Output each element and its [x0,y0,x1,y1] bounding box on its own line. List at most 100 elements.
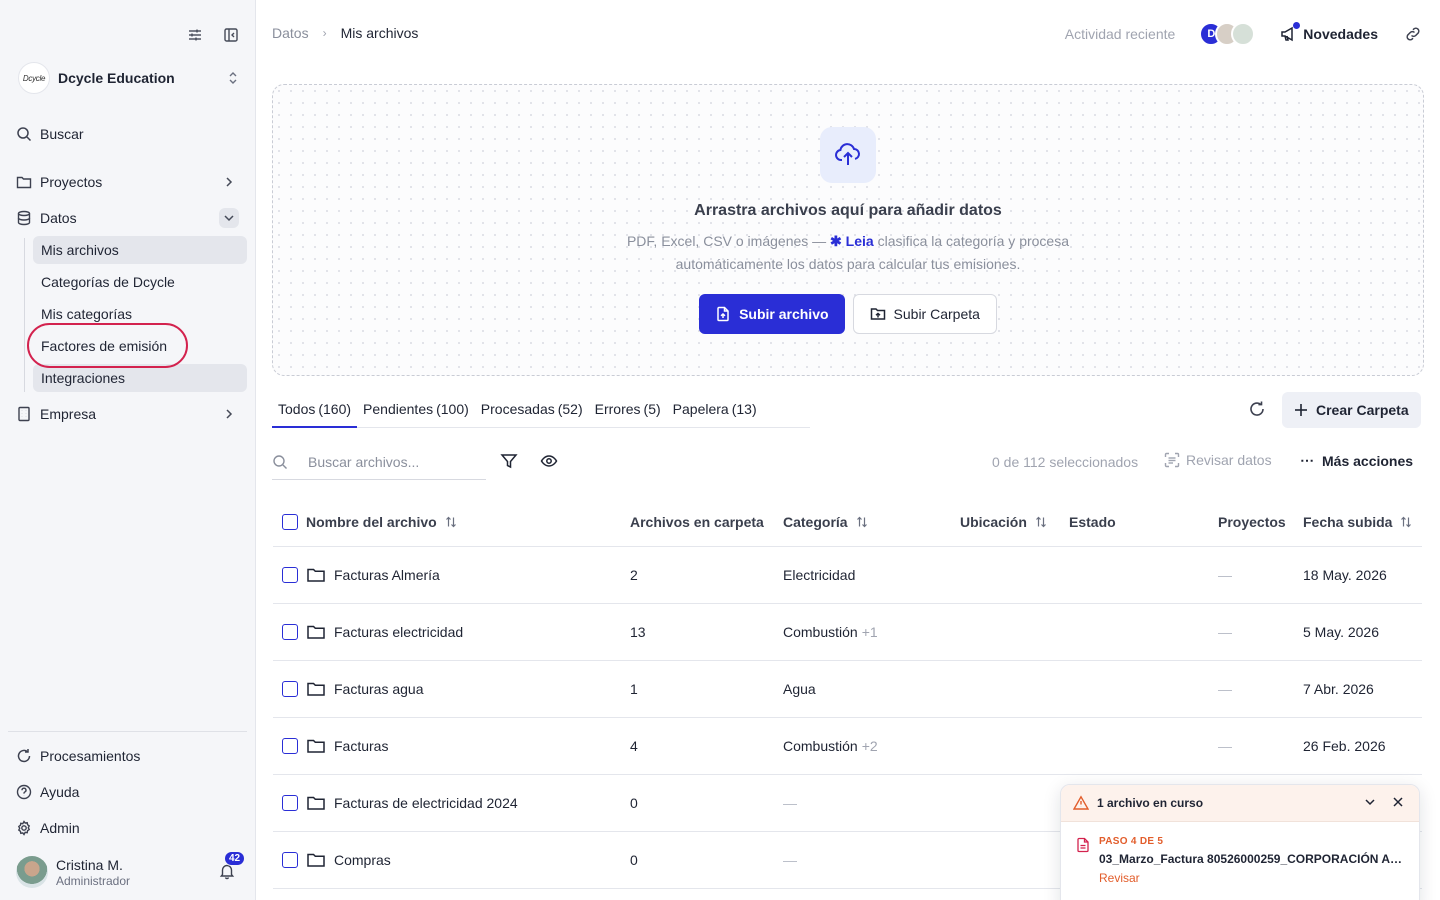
review-data-button[interactable]: Revisar datos [1164,452,1272,468]
upload-progress-panel: 1 archivo en curso PASO 4 DE 5 03_Marzo_… [1060,784,1420,900]
sidebar-subitem-integraciones[interactable]: Integraciones [33,364,247,392]
sidebar-item-procesamientos[interactable]: Procesamientos [16,742,239,770]
table-row[interactable]: Facturas agua 1 Agua — 7 Abr. 2026 [273,661,1422,718]
selected-count: 0 de 112 seleccionados [992,454,1139,470]
file-dropzone[interactable]: Arrastra archivos aquí para añadir datos… [272,84,1424,376]
org-switcher[interactable]: Dcycle Dcycle Education [18,61,239,95]
search-icon [16,126,32,142]
chevron-right-icon[interactable] [219,404,239,424]
sidebar-item-label: Buscar [40,126,84,142]
warning-icon [1073,795,1089,811]
tab-errores[interactable]: Errores (5) [589,395,667,428]
create-folder-button[interactable]: Crear Carpeta [1282,392,1421,428]
files-count: 13 [630,624,646,640]
upload-folder-button[interactable]: Subir Carpeta [852,294,997,334]
file-name: Facturas Almería [334,567,440,583]
sparkle-icon: ✱ [830,233,842,249]
sidebar-subitem-mis-categorias[interactable]: Mis categorías [33,300,247,328]
header-category[interactable]: Categoría [783,514,868,530]
folder-icon [16,174,32,190]
sidebar-item-ayuda[interactable]: Ayuda [16,778,239,806]
table-header: Nombre del archivo Archivos en carpeta C… [273,497,1422,547]
tab-papelera[interactable]: Papelera (13) [667,395,763,428]
tab-pendientes[interactable]: Pendientes (100) [357,395,475,428]
sidebar-item-label: Procesamientos [40,748,141,764]
files-count: 2 [630,567,638,583]
sidebar-subitem-mis-archivos[interactable]: Mis archivos [33,236,247,264]
sliders-icon[interactable] [186,26,204,44]
header-status: Estado [1069,513,1116,530]
breadcrumb: Datos › Mis archivos [272,25,418,41]
breadcrumb-root[interactable]: Datos [272,25,309,41]
filter-icon[interactable] [500,452,520,472]
row-checkbox[interactable] [282,681,298,697]
chevron-right-icon[interactable] [219,172,239,192]
table-row[interactable]: Facturas 4 Combustión +2 — 26 Feb. 2026 [273,718,1422,775]
folder-icon [306,736,326,756]
row-checkbox[interactable] [282,567,298,583]
category-value: Electricidad [783,567,856,583]
search-input[interactable] [308,453,478,470]
header-location[interactable]: Ubicación [960,514,1047,530]
category-value: Agua [783,681,816,697]
header-name[interactable]: Nombre del archivo [306,514,457,530]
sort-icon [1035,516,1047,528]
chevron-down-icon[interactable] [1363,795,1379,811]
sidebar-item-empresa[interactable]: Empresa [16,400,239,428]
select-all-checkbox[interactable] [282,513,298,530]
projects-value: — [1218,624,1232,640]
files-count: 4 [630,738,638,754]
more-actions-button[interactable]: ⋯ Más acciones [1300,452,1413,469]
building-icon [16,406,32,422]
header-projects: Proyectos [1218,513,1286,530]
refresh-icon [16,748,32,764]
tab-procesadas[interactable]: Procesadas (52) [475,395,589,428]
news-button[interactable]: Novedades [1279,22,1378,43]
recent-activity-link[interactable]: Actividad reciente [1065,26,1176,42]
sidebar-item-admin[interactable]: Admin [16,814,239,842]
collapse-sidebar-icon[interactable] [222,26,240,44]
sidebar-subitem-categorias-dcycle[interactable]: Categorías de Dcycle [33,268,247,296]
sidebar-item-proyectos[interactable]: Proyectos [16,168,239,196]
help-icon [16,784,32,800]
file-name: Facturas [334,738,389,754]
header-date[interactable]: Fecha subida [1303,514,1412,530]
file-name: Facturas electricidad [334,624,464,640]
upload-review-link[interactable]: Revisar [1099,871,1404,885]
upload-file-name: 03_Marzo_Factura 80526000259_CORPORACIÓN… [1099,852,1404,866]
row-checkbox[interactable] [282,795,298,811]
close-icon[interactable] [1391,795,1407,811]
sort-icon [445,516,457,528]
refresh-icon[interactable] [1248,400,1268,420]
folder-icon [306,622,326,642]
table-row[interactable]: Facturas electricidad 13 Combustión +1 — … [273,604,1422,661]
date-value: 5 May. 2026 [1303,624,1380,640]
upload-panel-header: 1 archivo en curso [1061,785,1419,822]
eye-icon[interactable] [540,452,560,472]
sidebar-item-datos[interactable]: Datos [16,204,239,232]
upload-file-button[interactable]: Subir archivo [699,294,845,334]
file-upload-icon [715,306,731,322]
tab-todos[interactable]: Todos (160) [272,395,358,428]
user-profile[interactable]: Cristina M. Administrador 42 [16,851,246,889]
avatar-group[interactable]: D [1199,22,1256,46]
row-checkbox[interactable] [282,852,298,868]
category-value: Combustión [783,738,858,754]
sidebar: Dcycle Dcycle Education Buscar Proyectos… [0,0,256,900]
link-icon[interactable] [1404,25,1422,43]
row-checkbox[interactable] [282,738,298,754]
folder-icon [306,850,326,870]
sidebar-subitem-factores-emision[interactable]: Factores de emisión [33,332,247,360]
dropzone-title: Arrastra archivos aquí para añadir datos [694,202,1002,219]
chevron-down-icon[interactable] [219,208,239,228]
status-tabs: Todos (160) Pendientes (100) Procesadas (52… [272,395,810,428]
sidebar-item-search[interactable]: Buscar [16,120,239,148]
date-value: 7 Abr. 2026 [1303,681,1374,697]
sidebar-item-label: Admin [40,820,80,836]
row-checkbox[interactable] [282,624,298,640]
chevron-updown-icon [227,71,239,85]
table-row[interactable]: Facturas Almería 2 Electricidad — 18 May… [273,547,1422,604]
bell-icon[interactable]: 42 [218,851,246,882]
leia-label: ✱ Leia [830,233,874,249]
scan-icon [1164,452,1180,468]
